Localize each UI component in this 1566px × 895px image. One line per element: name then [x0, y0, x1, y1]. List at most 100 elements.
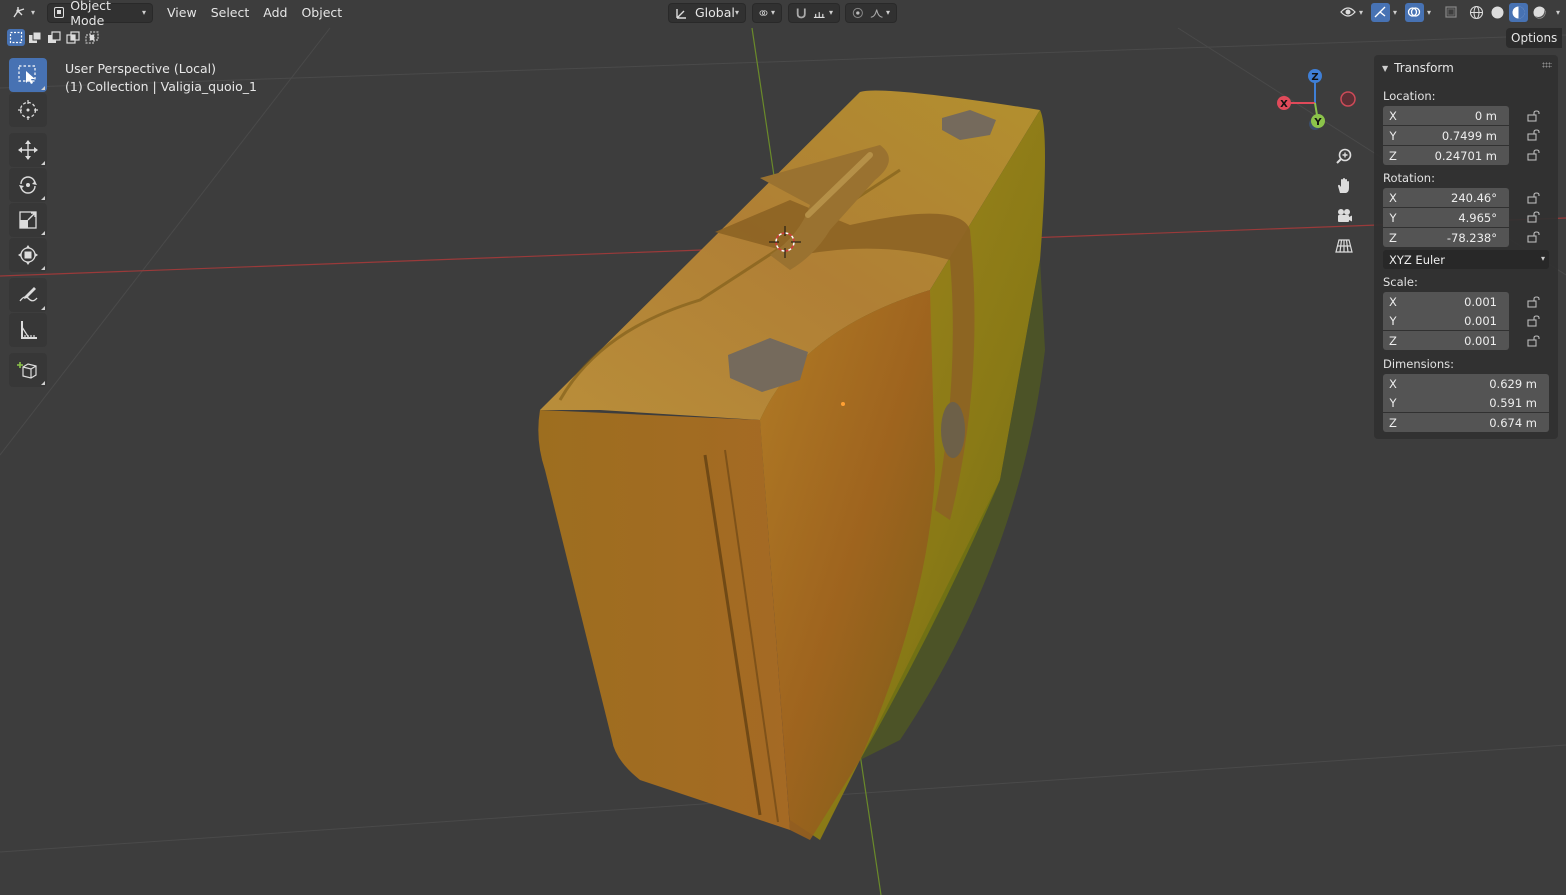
gizmo-axis-z[interactable]: Z — [1308, 69, 1322, 83]
unlock-icon — [1527, 192, 1540, 204]
camera-view-button[interactable] — [1331, 203, 1357, 229]
tool-add-cube[interactable] — [9, 353, 47, 387]
chevron-down-icon: ▾ — [1540, 254, 1545, 263]
tool-rotate[interactable] — [9, 168, 47, 202]
shading-wireframe-button[interactable] — [1467, 3, 1486, 22]
rotate-icon — [19, 176, 37, 194]
rotation-y-field[interactable]: Y 4.965° — [1383, 208, 1509, 227]
unlock-icon — [1527, 110, 1540, 122]
camera-icon — [1338, 209, 1352, 222]
snap-group[interactable]: ▾ — [788, 2, 840, 23]
location-y-field[interactable]: Y 0.7499 m — [1383, 126, 1509, 145]
pivot-point-selector[interactable]: ▾ — [752, 2, 782, 23]
options-button[interactable]: Options — [1506, 28, 1563, 48]
shading-material-button[interactable] — [1508, 2, 1528, 22]
select-subtract-button[interactable] — [45, 29, 63, 46]
object-origin-dot — [841, 402, 845, 406]
lock-location-x-toggle[interactable] — [1526, 109, 1542, 123]
zoom-view-button[interactable] — [1331, 143, 1357, 169]
tool-annotate[interactable] — [9, 278, 47, 312]
transform-panel-header[interactable]: ▼ Transform — [1382, 58, 1454, 78]
chevron-down-icon: ▾ — [734, 8, 739, 17]
gizmo-icon — [1370, 2, 1390, 22]
tool-move[interactable] — [9, 133, 47, 167]
dimensions-z-field[interactable]: Z 0.674 m — [1383, 413, 1549, 432]
tool-transform[interactable] — [9, 238, 47, 272]
select-box-icon — [18, 65, 36, 84]
magnet-icon — [796, 8, 806, 18]
menu-select[interactable]: Select — [205, 3, 256, 23]
shading-options-button[interactable]: ▾ — [1551, 2, 1562, 22]
rotation-z-field[interactable]: Z -78.238° — [1383, 228, 1509, 247]
overlays-icon — [1404, 2, 1424, 22]
lock-rotation-z-toggle[interactable] — [1526, 230, 1542, 244]
scale-x-field[interactable]: X 0.001 — [1383, 292, 1509, 311]
xray-toggle-button[interactable] — [1442, 3, 1461, 22]
header-right-controls: ▾ ▾ ▾ ▾ — [1337, 2, 1562, 22]
unlock-icon — [1527, 315, 1540, 327]
navigation-gizmo[interactable]: Z X Y — [1274, 64, 1360, 136]
tool-cursor[interactable] — [9, 93, 47, 127]
select-new-button[interactable] — [7, 29, 25, 46]
annotate-pencil-icon — [19, 287, 38, 302]
lock-location-z-toggle[interactable] — [1526, 148, 1542, 162]
unlock-icon — [1527, 231, 1540, 243]
transform-orientation-selector[interactable]: Global ▾ — [668, 2, 746, 23]
gizmo-y-label: Y — [1313, 117, 1322, 128]
shading-solid-button[interactable] — [1488, 3, 1507, 22]
rotation-x-field[interactable]: X 240.46° — [1383, 188, 1509, 207]
menu-view[interactable]: View — [161, 3, 203, 23]
tool-shelf — [9, 58, 47, 388]
editor-type-button[interactable]: ▾ — [6, 3, 41, 23]
dimensions-y-field[interactable]: Y 0.591 m — [1383, 393, 1549, 412]
object-visibility-button[interactable]: ▾ — [1337, 2, 1366, 22]
chevron-down-icon: ▾ — [142, 8, 147, 17]
lock-scale-y-toggle[interactable] — [1526, 314, 1542, 328]
gizmo-toggle-button[interactable]: ▾ — [1368, 2, 1400, 22]
menu-object[interactable]: Object — [295, 3, 348, 23]
pan-view-button[interactable] — [1331, 173, 1357, 199]
scale-z-field[interactable]: Z 0.001 — [1383, 331, 1509, 350]
unlock-icon — [1527, 149, 1540, 161]
lock-rotation-y-toggle[interactable] — [1526, 210, 1542, 224]
select-intersect-button[interactable] — [83, 29, 101, 46]
lock-scale-z-toggle[interactable] — [1526, 334, 1542, 348]
shading-rendered-button[interactable] — [1530, 3, 1549, 22]
lock-rotation-x-toggle[interactable] — [1526, 191, 1542, 205]
mode-selector[interactable]: Object Mode ▾ — [47, 0, 154, 28]
eye-icon — [1340, 7, 1356, 17]
unlock-icon — [1527, 129, 1540, 141]
rotation-mode-dropdown[interactable]: XYZ Euler ▾ — [1383, 250, 1549, 269]
lock-location-y-toggle[interactable] — [1526, 128, 1542, 142]
tool-measure[interactable] — [9, 313, 47, 347]
location-z-field[interactable]: Z 0.24701 m — [1383, 146, 1509, 165]
scale-y-field[interactable]: Y 0.001 — [1383, 311, 1509, 330]
chevron-down-icon: ▾ — [770, 8, 775, 17]
unlock-icon — [1527, 335, 1540, 347]
wireframe-sphere-icon — [1469, 5, 1484, 19]
select-subtract-icon — [48, 31, 61, 43]
select-extend-button[interactable] — [26, 29, 44, 46]
panel-drag-handle[interactable] — [1542, 62, 1552, 68]
rotation-label: Rotation: — [1383, 171, 1435, 185]
gizmo-x-label: X — [1280, 99, 1288, 110]
zoom-magnifier-icon — [1336, 148, 1352, 164]
active-object-text: (1) Collection | Valigia_quoio_1 — [65, 79, 257, 94]
lock-scale-x-toggle[interactable] — [1526, 295, 1542, 309]
gizmo-z-label: Z — [1311, 72, 1318, 83]
unlock-icon — [1527, 211, 1540, 223]
perspective-toggle-button[interactable] — [1331, 233, 1357, 259]
menu-add[interactable]: Add — [257, 3, 293, 23]
gizmo-axis-y[interactable]: Y — [1311, 114, 1325, 128]
dimensions-x-field[interactable]: X 0.629 m — [1383, 374, 1549, 393]
overlays-toggle-button[interactable]: ▾ — [1402, 2, 1434, 22]
tool-select-box[interactable] — [9, 58, 47, 92]
chevron-down-icon: ▾ — [1555, 7, 1560, 17]
location-x-field[interactable]: X0 m — [1383, 106, 1509, 125]
orientation-label: Global — [695, 5, 735, 20]
proportional-editing-group[interactable]: ▾ — [845, 2, 897, 23]
select-difference-button[interactable] — [64, 29, 82, 46]
gizmo-axis-x[interactable]: X — [1277, 96, 1291, 110]
tool-scale[interactable] — [9, 203, 47, 237]
pivot-icon — [759, 9, 768, 16]
